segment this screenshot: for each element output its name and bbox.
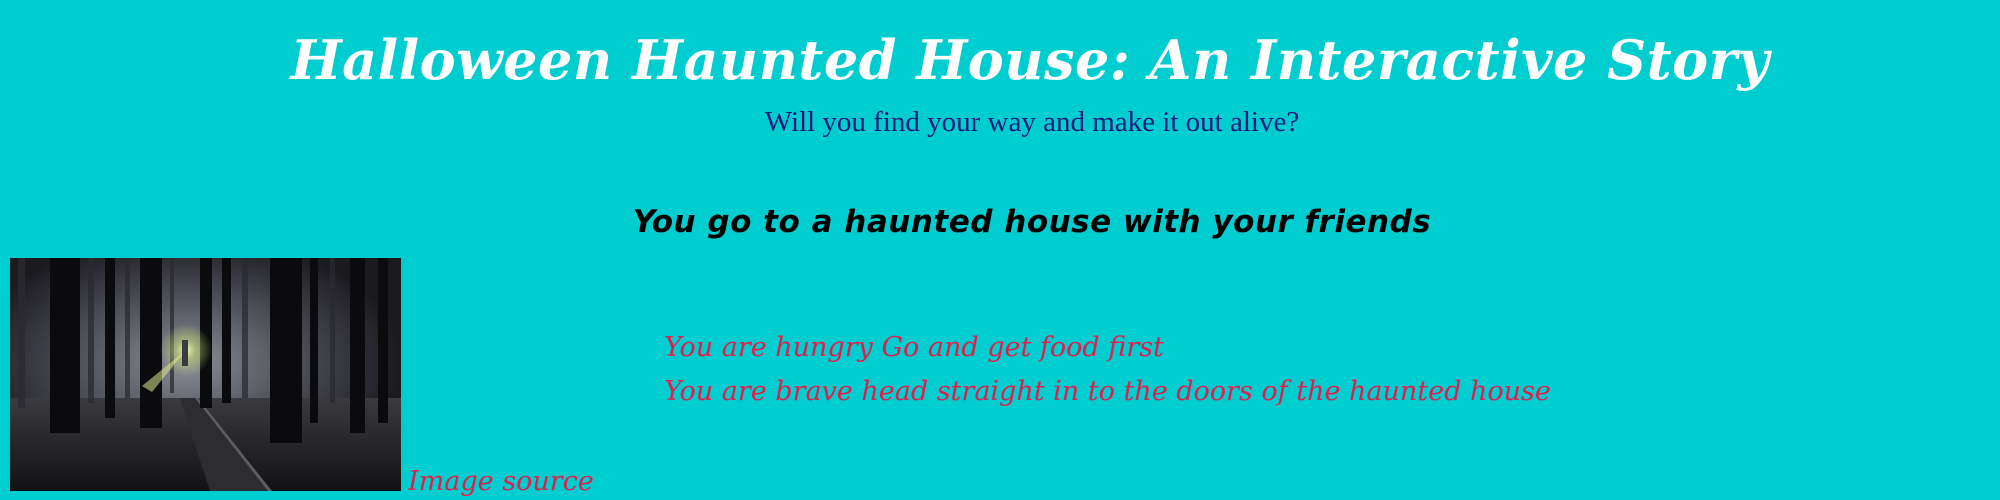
scene-image (10, 258, 401, 491)
choice-get-food-link[interactable]: You are hungry Go and get food first (664, 326, 1551, 370)
choice-enter-house-link[interactable]: You are brave head straight in to the do… (664, 370, 1551, 414)
scene-heading: You go to a haunted house with your frie… (632, 203, 1432, 240)
page-title: Halloween Haunted House: An Interactive … (290, 28, 1770, 93)
page-subtitle: Will you find your way and make it out a… (764, 106, 1300, 138)
choices-list: You are hungry Go and get food first You… (664, 326, 1551, 414)
image-source-link[interactable]: Image source (408, 464, 594, 500)
